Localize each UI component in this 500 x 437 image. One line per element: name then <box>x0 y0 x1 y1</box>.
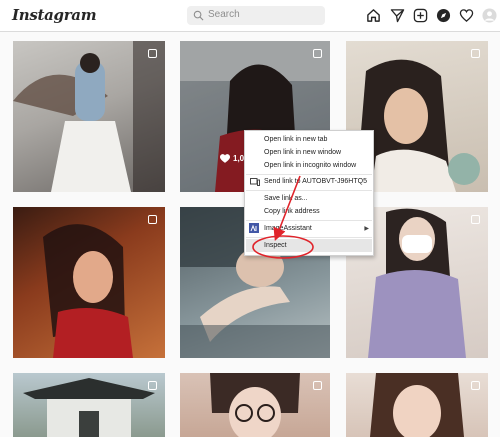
annotation-arrow <box>273 175 301 241</box>
annotation-ellipse <box>252 235 314 259</box>
annotation-overlay <box>252 175 314 259</box>
